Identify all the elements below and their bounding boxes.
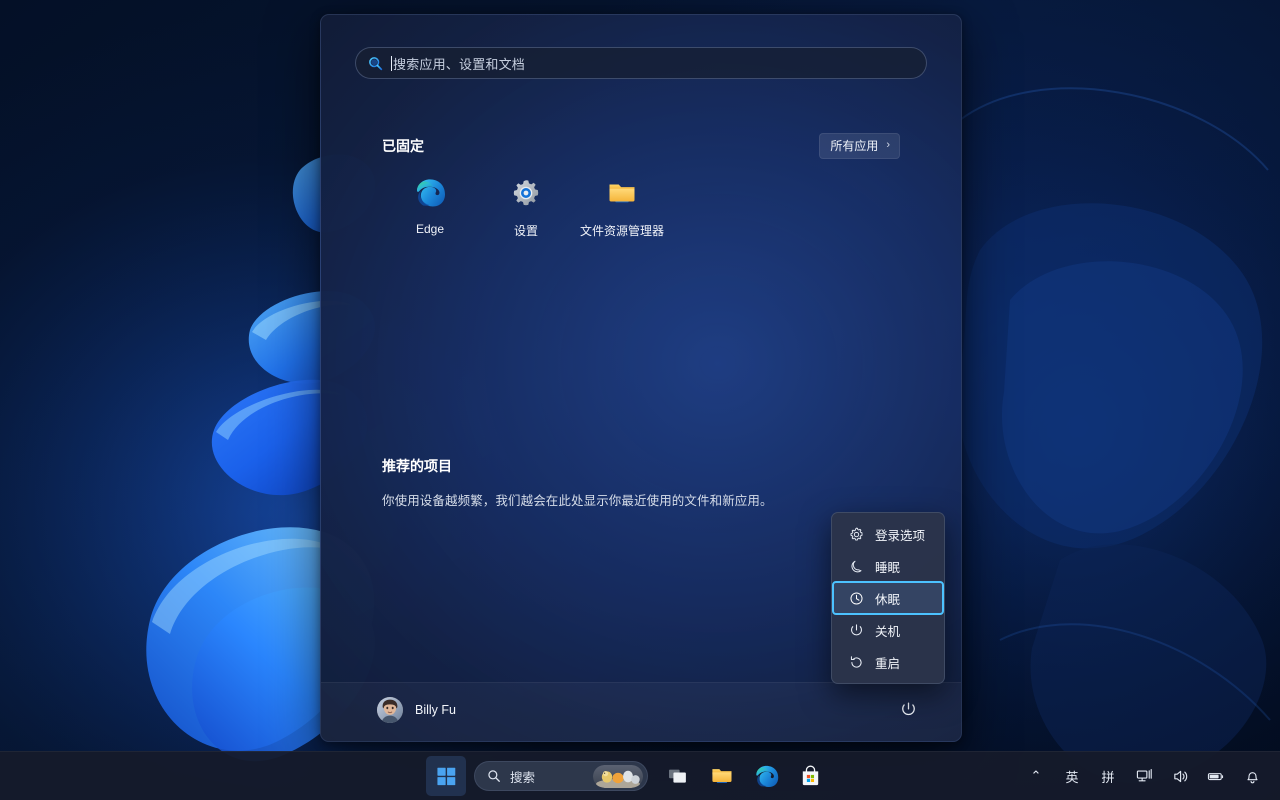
power-menu-item-hibernate[interactable]: 休眠 xyxy=(832,581,944,615)
power-menu-item-shutdown[interactable]: 关机 xyxy=(833,614,943,646)
settings-gear-icon xyxy=(510,177,542,209)
task-view-icon xyxy=(669,769,686,783)
power-menu-item-restart[interactable]: 重启 xyxy=(833,646,943,678)
pinned-app-edge[interactable]: Edge xyxy=(382,171,478,239)
ime-pinyin-label: 拼 xyxy=(1101,769,1115,785)
ime-pinyin-indicator[interactable]: 拼 xyxy=(1090,761,1126,791)
windows-logo-icon xyxy=(436,767,455,785)
edge-icon xyxy=(414,177,446,209)
search-placeholder-text: 搜索应用、设置和文档 xyxy=(393,56,526,72)
power-icon xyxy=(849,623,864,638)
volume-button[interactable] xyxy=(1162,761,1198,791)
chevron-right-icon: › xyxy=(886,139,890,151)
pinned-title: 已固定 xyxy=(382,138,424,154)
network-icon xyxy=(1135,767,1153,785)
moon-icon xyxy=(849,559,864,574)
taskbar-microsoft-store-button[interactable] xyxy=(790,756,830,796)
recommended-title: 推荐的项目 xyxy=(382,458,452,474)
power-options-flyout: 登录选项 睡眠 休眠 关机 重启 xyxy=(831,512,945,684)
recommended-empty-text: 你使用设备越频繁，我们越会在此处显示你最近使用的文件和新应用。 xyxy=(382,494,773,508)
pinned-app-label: Edge xyxy=(415,222,445,236)
power-menu-item-sleep[interactable]: 睡眠 xyxy=(833,550,943,582)
battery-button[interactable] xyxy=(1198,761,1234,791)
ime-language-indicator[interactable]: 英 xyxy=(1054,761,1090,791)
bell-icon xyxy=(1243,767,1261,785)
user-name-label: Billy Fu xyxy=(415,703,456,717)
power-menu-item-label: 登录选项 xyxy=(875,528,926,543)
search-highlight-thumbnail[interactable] xyxy=(593,765,643,788)
power-menu-item-label: 关机 xyxy=(875,624,901,639)
taskbar: 搜索 ⌃ 英 拼 xyxy=(0,751,1280,800)
start-menu-footer: Billy Fu xyxy=(321,682,961,741)
pinned-app-file-explorer[interactable]: 文件资源管理器 xyxy=(574,171,670,239)
task-view-button[interactable] xyxy=(658,756,698,796)
user-account-button[interactable]: Billy Fu xyxy=(373,693,466,727)
pinned-app-label: 文件资源管理器 xyxy=(579,224,664,238)
restart-icon xyxy=(849,655,864,670)
notifications-button[interactable] xyxy=(1234,761,1270,791)
search-icon xyxy=(369,56,383,70)
start-search-input[interactable]: 搜索应用、设置和文档 xyxy=(355,47,927,79)
power-menu-item-label: 睡眠 xyxy=(875,560,901,575)
taskbar-search-box[interactable]: 搜索 xyxy=(474,761,648,791)
clock-icon xyxy=(849,591,864,606)
start-search-row: 搜索应用、设置和文档 xyxy=(355,47,927,79)
chevron-up-icon: ⌃ xyxy=(1030,768,1042,783)
volume-icon xyxy=(1171,767,1189,785)
pinned-app-label: 设置 xyxy=(513,224,538,238)
all-apps-label: 所有应用 xyxy=(830,139,879,153)
system-tray: ⌃ 英 拼 xyxy=(1018,752,1270,800)
search-text-caret xyxy=(391,55,392,71)
show-hidden-icons-button[interactable]: ⌃ xyxy=(1018,761,1054,791)
pinned-app-settings[interactable]: 设置 xyxy=(478,171,574,239)
network-button[interactable] xyxy=(1126,761,1162,791)
search-icon xyxy=(488,770,500,782)
user-avatar xyxy=(377,697,403,723)
file-explorer-folder-icon xyxy=(712,769,732,783)
pinned-section-header: 已固定 所有应用 › xyxy=(382,133,900,159)
taskbar-edge-button[interactable] xyxy=(746,756,786,796)
battery-icon xyxy=(1207,767,1225,785)
taskbar-search-label: 搜索 xyxy=(510,770,536,785)
gear-icon xyxy=(849,527,864,542)
power-icon xyxy=(901,701,915,715)
power-button[interactable] xyxy=(895,696,921,722)
all-apps-button[interactable]: 所有应用 › xyxy=(819,133,900,159)
ime-language-label: 英 xyxy=(1065,769,1079,785)
power-menu-item-sign-in-options[interactable]: 登录选项 xyxy=(833,518,943,550)
power-menu-item-label: 重启 xyxy=(875,656,901,671)
file-explorer-folder-icon xyxy=(606,177,638,209)
start-button[interactable] xyxy=(426,756,466,796)
microsoft-store-icon xyxy=(802,764,818,785)
edge-icon xyxy=(755,765,778,787)
pinned-apps-grid: Edge 设置 文件资源管理器 xyxy=(382,171,670,239)
power-menu-item-label: 休眠 xyxy=(875,592,901,607)
desktop: 搜索应用、设置和文档 已固定 所有应用 › Edge 设置 文件资源管理器 推荐… xyxy=(0,0,1280,800)
taskbar-file-explorer-button[interactable] xyxy=(702,756,742,796)
taskbar-center-group: 搜索 xyxy=(424,752,832,800)
